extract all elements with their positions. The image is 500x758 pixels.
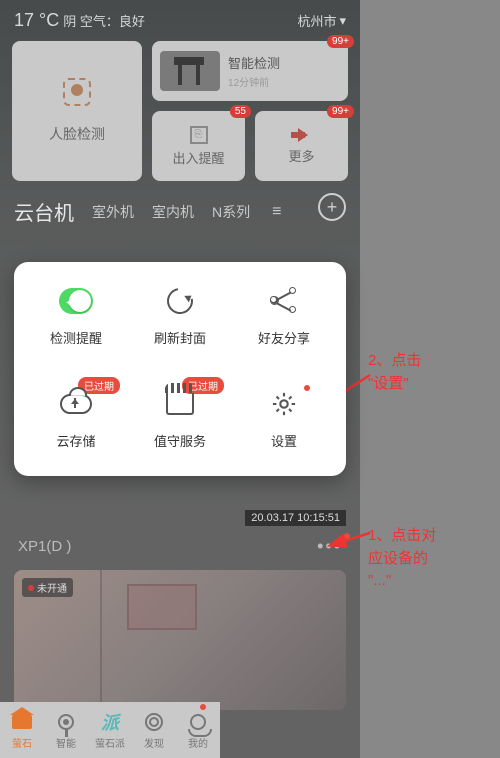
profile-icon xyxy=(190,714,206,730)
gear-icon xyxy=(267,387,301,421)
feed-status-pill: 未开通 xyxy=(22,578,73,597)
category-tabs: 云台机 室外机 室内机 N系列 ≡ + xyxy=(0,181,360,234)
bottom-nav: 萤石 智能 派萤石派 发现 我的 xyxy=(0,702,220,758)
face-detect-card[interactable]: 人脸检测 xyxy=(12,41,142,181)
weather-text: 阴 空气：良好 xyxy=(63,11,145,30)
nav-discover[interactable]: 发现 xyxy=(132,702,176,758)
target-icon xyxy=(145,713,163,731)
door-icon: ⎘ xyxy=(190,126,208,144)
smart-detect-card[interactable]: 智能检测 12分钟前 99+ xyxy=(152,41,348,101)
refresh-icon xyxy=(162,283,198,319)
feature-cards: 人脸检测 智能检测 12分钟前 99+ ⎘ 出入提醒 55 更多 xyxy=(0,41,360,181)
popup-share[interactable]: 好友分享 xyxy=(232,284,336,347)
device-timestamp: 20.03.17 10:15:51 xyxy=(245,510,346,526)
popup-detect-label: 检测提醒 xyxy=(50,328,102,347)
toggle-on-icon xyxy=(59,288,93,314)
nav-pai[interactable]: 派萤石派 xyxy=(88,702,132,758)
popup-duty[interactable]: 已过期 值守服务 xyxy=(128,387,232,450)
city-selector[interactable]: 杭州市 ▾ xyxy=(297,11,346,30)
smart-title: 智能检测 xyxy=(228,53,280,72)
device-section: 20.03.17 10:15:51 XP1(D ) ••• xyxy=(14,510,346,563)
hamburger-icon[interactable]: ≡ xyxy=(272,203,281,221)
device-name[interactable]: XP1(D ) xyxy=(18,538,71,555)
camera-feed[interactable]: 未开通 xyxy=(14,570,346,710)
tab-nseries[interactable]: N系列 xyxy=(212,202,250,222)
smart-badge: 99+ xyxy=(327,35,354,48)
door-label: 出入提醒 xyxy=(172,148,224,167)
nav-pai-label: 萤石派 xyxy=(95,735,125,750)
settings-reddot xyxy=(304,385,310,391)
face-label: 人脸检测 xyxy=(49,124,105,144)
camera-icon xyxy=(58,714,74,730)
popup-duty-label: 值守服务 xyxy=(154,431,206,450)
popup-settings-label: 设置 xyxy=(271,431,297,450)
arrow-1 xyxy=(335,528,375,563)
nav-mine-label: 我的 xyxy=(188,735,208,750)
feed-status-text: 未开通 xyxy=(37,580,67,595)
tab-indoor[interactable]: 室内机 xyxy=(152,202,194,222)
more-badge: 99+ xyxy=(327,105,354,118)
house-icon xyxy=(12,715,32,729)
app-screen: 17 °C 阴 空气：良好 杭州市 ▾ 人脸检测 智能检测 12分钟前 99+ xyxy=(0,0,360,758)
nav-discover-label: 发现 xyxy=(144,735,164,750)
share-icon xyxy=(270,287,298,315)
more-card[interactable]: 更多 99+ xyxy=(255,111,348,181)
smart-thumb xyxy=(160,51,220,91)
more-label: 更多 xyxy=(288,146,314,165)
door-card[interactable]: ⎘ 出入提醒 55 xyxy=(152,111,245,181)
popup-settings[interactable]: 设置 xyxy=(232,387,336,450)
annotation-1: 1、点击对 应设备的 "..." xyxy=(368,525,493,593)
nav-home[interactable]: 萤石 xyxy=(0,702,44,758)
tab-ptz[interactable]: 云台机 xyxy=(14,197,74,226)
cloud-icon xyxy=(60,394,92,414)
nav-mine[interactable]: 我的 xyxy=(176,702,220,758)
nav-smart[interactable]: 智能 xyxy=(44,702,88,758)
smart-time: 12分钟前 xyxy=(228,74,280,89)
popup-refresh-label: 刷新封面 xyxy=(154,328,206,347)
mine-reddot xyxy=(200,704,206,710)
popup-detect-toggle[interactable]: 检测提醒 xyxy=(24,284,128,347)
city-name: 杭州市 xyxy=(297,11,336,30)
temperature: 17 °C xyxy=(14,10,59,31)
device-actions-popup: 检测提醒 刷新封面 好友分享 已过期 云存储 已过期 值守服务 xyxy=(14,262,346,476)
nav-home-label: 萤石 xyxy=(12,735,32,750)
face-icon xyxy=(63,78,91,106)
nav-smart-label: 智能 xyxy=(56,735,76,750)
popup-share-label: 好友分享 xyxy=(258,328,310,347)
more-icon xyxy=(291,128,313,142)
popup-refresh[interactable]: 刷新封面 xyxy=(128,284,232,347)
popup-cloud-label: 云存储 xyxy=(56,431,95,450)
annotation-2: 2、点击 "设置" xyxy=(368,350,488,395)
header: 17 °C 阴 空气：良好 杭州市 ▾ xyxy=(0,0,360,41)
tab-outdoor[interactable]: 室外机 xyxy=(92,202,134,222)
pai-icon: 派 xyxy=(99,711,121,733)
add-device-button[interactable]: + xyxy=(318,193,346,221)
popup-cloud[interactable]: 已过期 云存储 xyxy=(24,387,128,450)
door-badge: 55 xyxy=(230,105,251,118)
shop-icon xyxy=(166,393,194,415)
chevron-down-icon: ▾ xyxy=(339,13,346,29)
